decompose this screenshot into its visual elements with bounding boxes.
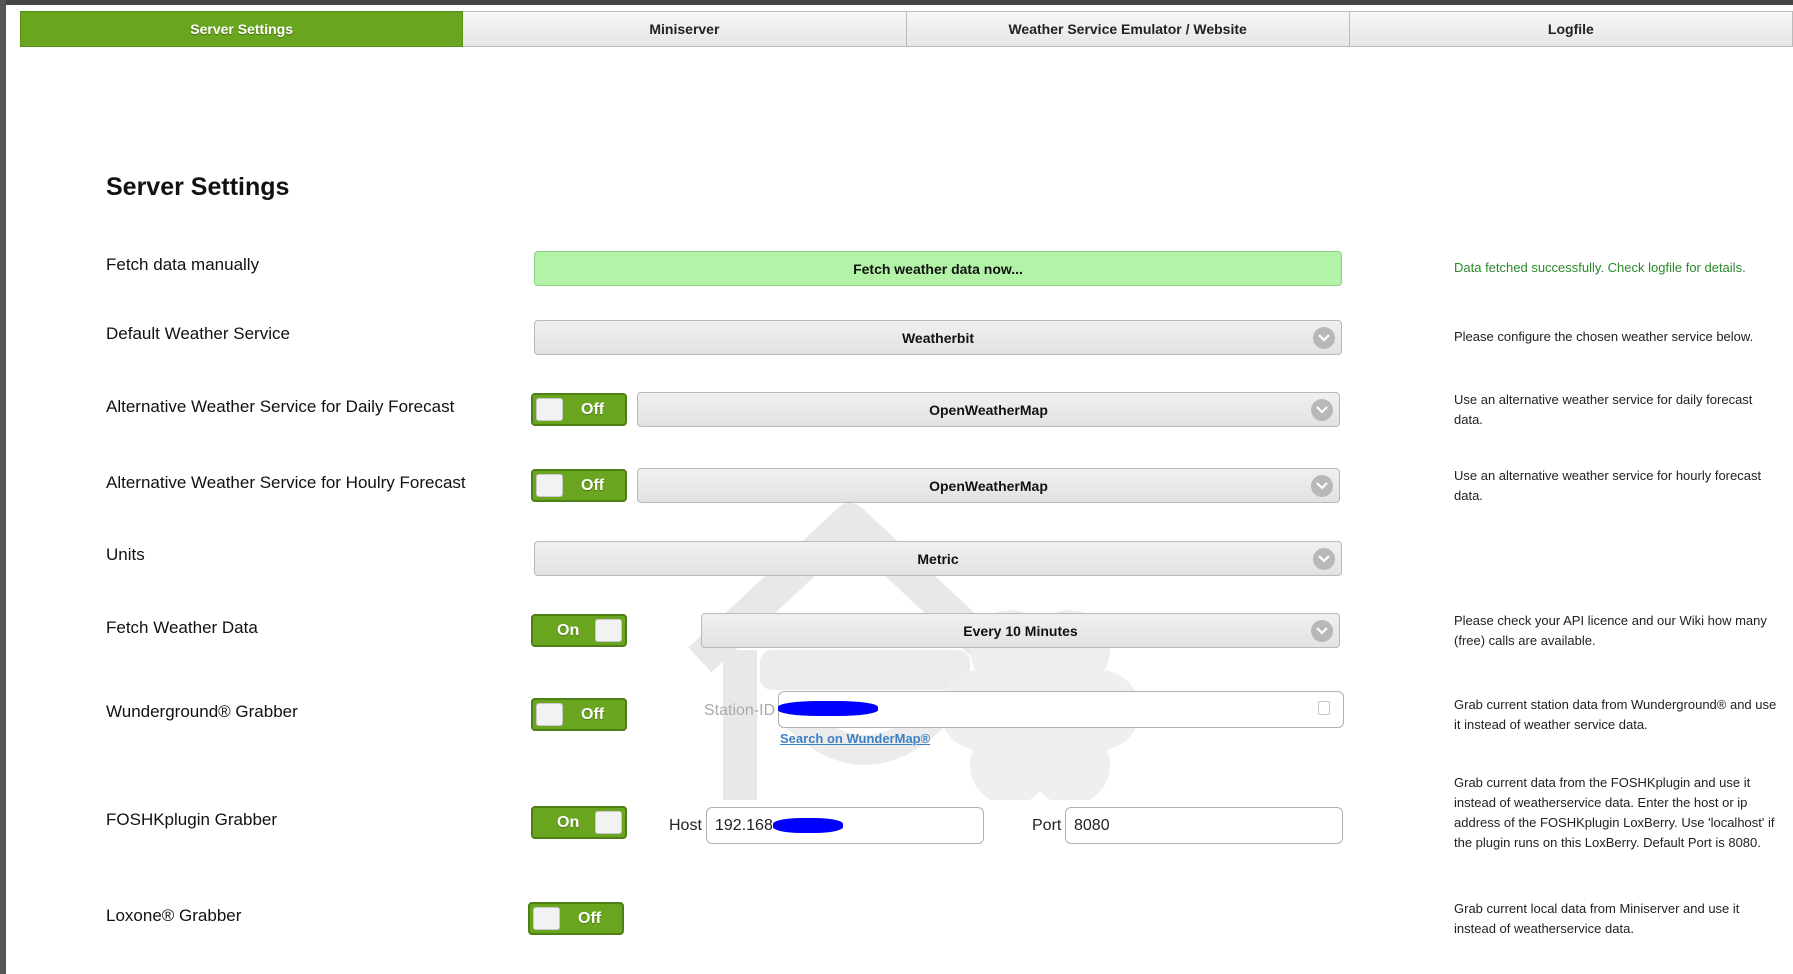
toggle-knob	[533, 907, 560, 930]
units-select[interactable]: Metric	[534, 541, 1342, 576]
fetch-interval-value: Every 10 Minutes	[963, 622, 1078, 639]
window-left-border	[0, 0, 6, 974]
alt-daily-select[interactable]: OpenWeatherMap	[637, 392, 1340, 427]
fetch-status-message: Data fetched successfully. Check logfile…	[1454, 260, 1746, 275]
tab-weather-service-emulator[interactable]: Weather Service Emulator / Website	[906, 11, 1350, 47]
alt-daily-label: Alternative Weather Service for Daily Fo…	[106, 397, 455, 416]
host-label: Host	[669, 817, 702, 834]
tab-server-settings[interactable]: Server Settings	[20, 11, 464, 47]
toggle-knob	[536, 474, 563, 497]
toggle-knob	[595, 619, 622, 642]
search-wundermap-link[interactable]: Search on WunderMap®	[780, 731, 930, 746]
toggle-state: On	[557, 814, 580, 831]
units-value: Metric	[917, 550, 959, 567]
page-title: Server Settings	[106, 173, 290, 201]
redaction-mark	[773, 818, 843, 833]
toggle-state: Off	[578, 910, 602, 927]
loxone-hint: Grab current local data from Miniserver …	[1454, 901, 1740, 936]
chevron-down-icon	[1311, 475, 1333, 497]
loxone-label: Loxone® Grabber	[106, 906, 242, 925]
foshk-label: FOSHKplugin Grabber	[106, 810, 278, 829]
input-clear-icon[interactable]	[1318, 701, 1330, 715]
toggle-state: Off	[581, 401, 605, 418]
alt-hourly-label: Alternative Weather Service for Houlry F…	[106, 473, 466, 492]
fetch-data-label: Fetch Weather Data	[106, 618, 258, 637]
tab-miniserver[interactable]: Miniserver	[463, 11, 907, 47]
toggle-knob	[536, 703, 563, 726]
chevron-down-icon	[1311, 620, 1333, 642]
chevron-down-icon	[1311, 399, 1333, 421]
foshk-toggle[interactable]: On	[531, 806, 627, 839]
redaction-mark	[778, 701, 878, 716]
tab-logfile[interactable]: Logfile	[1349, 11, 1793, 47]
loxone-toggle[interactable]: Off	[528, 902, 624, 935]
toggle-state: Off	[581, 477, 605, 494]
window-top-border	[0, 0, 1793, 5]
wunderground-toggle[interactable]: Off	[531, 698, 627, 731]
fetch-data-hint: Please check your API licence and our Wi…	[1454, 613, 1767, 648]
chevron-down-icon	[1313, 548, 1335, 570]
default-service-select[interactable]: Weatherbit	[534, 320, 1342, 355]
alt-daily-toggle[interactable]: Off	[531, 393, 627, 426]
fetch-weather-now-button[interactable]: Fetch weather data now...	[534, 251, 1342, 286]
alt-hourly-hint: Use an alternative weather service for h…	[1454, 468, 1762, 503]
station-id-label: Station-ID	[704, 702, 776, 719]
alt-hourly-value: OpenWeatherMap	[929, 477, 1048, 494]
foshk-hint: Grab current data from the FOSHKplugin a…	[1454, 775, 1775, 850]
port-label: Port	[1032, 817, 1062, 834]
alt-daily-hint: Use an alternative weather service for d…	[1454, 392, 1753, 427]
wunderground-label: Wunderground® Grabber	[106, 702, 298, 721]
port-input[interactable]	[1065, 807, 1343, 844]
alt-hourly-select[interactable]: OpenWeatherMap	[637, 468, 1340, 503]
alt-hourly-toggle[interactable]: Off	[531, 469, 627, 502]
chevron-down-icon	[1313, 327, 1335, 349]
wunderground-hint: Grab current station data from Wundergro…	[1454, 697, 1777, 732]
default-service-value: Weatherbit	[901, 329, 975, 346]
fetch-data-toggle[interactable]: On	[531, 614, 627, 647]
toggle-knob	[536, 398, 563, 421]
host-input[interactable]	[706, 807, 984, 844]
toggle-knob	[595, 811, 622, 834]
default-service-hint: Please configure the chosen weather serv…	[1454, 329, 1754, 344]
toggle-state: Off	[581, 706, 605, 723]
alt-daily-value: OpenWeatherMap	[929, 401, 1048, 418]
tab-bar: Server Settings Miniserver Weather Servi…	[20, 11, 1793, 47]
default-service-label: Default Weather Service	[106, 324, 290, 343]
fetch-manual-label: Fetch data manually	[106, 255, 260, 274]
toggle-state: On	[557, 622, 580, 639]
units-label: Units	[106, 545, 145, 564]
fetch-interval-select[interactable]: Every 10 Minutes	[701, 613, 1340, 648]
